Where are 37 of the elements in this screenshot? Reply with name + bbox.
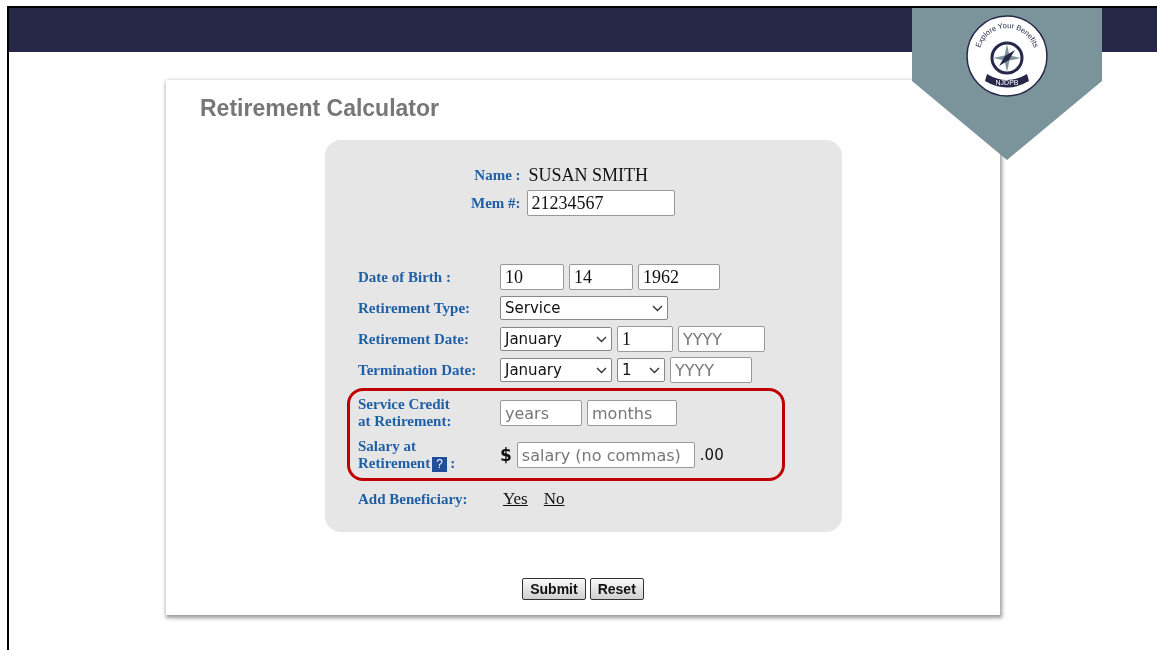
label-colon: : bbox=[450, 455, 456, 472]
text-input[interactable]: YYYY bbox=[670, 357, 752, 383]
chevron-down-icon bbox=[652, 304, 663, 312]
field-label: Add Beneficiary: bbox=[358, 490, 468, 508]
member-number-label: Mem #: bbox=[471, 194, 521, 212]
chevron-down-icon bbox=[649, 366, 660, 374]
text-input[interactable]: salary (no commas) bbox=[516, 442, 695, 468]
currency-sign: $ bbox=[500, 445, 512, 465]
text-input[interactable]: years bbox=[500, 400, 582, 426]
field-label: Salary at Retirement bbox=[358, 438, 431, 472]
page-title: Retirement Calculator bbox=[200, 95, 440, 122]
text-input[interactable]: months bbox=[587, 400, 677, 426]
member-name: SUSAN SMITH bbox=[528, 165, 650, 186]
text-input[interactable]: 1 bbox=[617, 326, 673, 352]
name-label: Name : bbox=[473, 167, 521, 184]
text-input[interactable]: 10 bbox=[500, 264, 564, 290]
decimal-suffix: .00 bbox=[699, 446, 724, 464]
field-label: Retirement Type: bbox=[358, 299, 471, 317]
field-label: Date of Birth : bbox=[358, 268, 451, 286]
chevron-down-icon bbox=[596, 335, 607, 343]
field-label: Service Credit at Retirement: bbox=[358, 396, 452, 430]
chevron-down-icon bbox=[596, 366, 607, 374]
field-label: Termination Date: bbox=[358, 361, 477, 379]
dropdown-select[interactable]: Service bbox=[500, 296, 668, 320]
field-label: Retirement Date: bbox=[358, 330, 469, 348]
text-input[interactable]: 14 bbox=[569, 264, 633, 290]
text-input[interactable]: YYYY bbox=[678, 326, 765, 352]
option-link[interactable]: No bbox=[543, 489, 565, 509]
submit-button[interactable]: Submit bbox=[522, 578, 586, 600]
member-number-input[interactable]: 21234567 bbox=[526, 190, 675, 216]
option-link[interactable]: Yes bbox=[503, 489, 528, 509]
text-input[interactable]: 1962 bbox=[638, 264, 720, 290]
reset-button[interactable]: Reset bbox=[589, 578, 644, 600]
dropdown-select[interactable]: 1 bbox=[617, 358, 665, 382]
help-icon[interactable]: ? bbox=[432, 457, 448, 472]
dropdown-select[interactable]: January bbox=[500, 327, 612, 351]
dropdown-select[interactable]: January bbox=[500, 358, 612, 382]
